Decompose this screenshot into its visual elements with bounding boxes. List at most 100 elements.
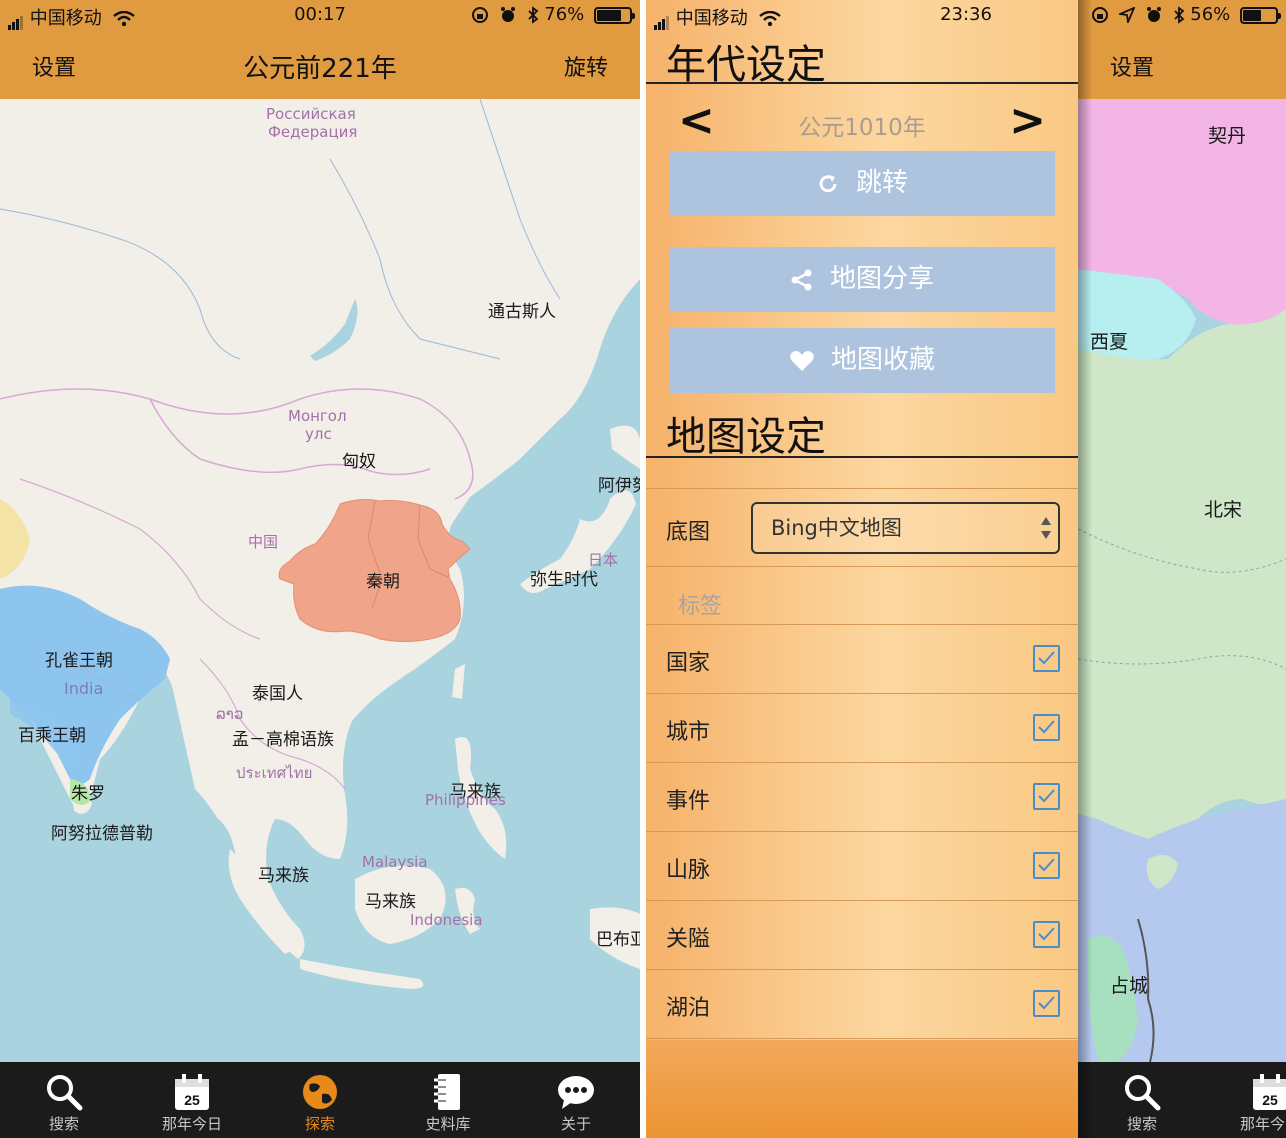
left-phone-screen: 中国移动 00:17 76% 设置 公元前221年 旋转 Российская … [0,0,640,1138]
map-label-mon-khmer[interactable]: 孟－高棉语族 [232,725,334,750]
northern-song-region [1078,309,1286,839]
status-right: 76% [471,4,635,30]
alarm-icon [500,7,515,22]
map-label-chola[interactable]: 朱罗 [71,779,105,804]
behind-label-liao[interactable]: 契丹 [1208,121,1246,148]
map-label-satavahana[interactable]: 百乘王朝 [18,721,86,746]
map-label-india: India [64,679,104,698]
map-label-yayoi[interactable]: 弥生时代 [530,565,598,590]
battery-icon [594,6,635,24]
map-label-thai: ประเทศไทย [236,764,313,782]
option-label-lake: 湖泊 [666,996,711,1021]
basemap-value: Bing中文地图 [771,516,902,540]
share-map-label: 地图分享 [829,264,934,294]
chat-icon [558,1076,594,1109]
divider [646,969,1078,970]
checkmark-icon [1038,996,1055,1010]
map-label-anuradhapura[interactable]: 阿努拉德普勒 [51,819,153,844]
status-right-right: 56% [1091,4,1281,30]
tab-archive[interactable]: 史料库 [384,1062,512,1138]
checkmark-icon [1038,858,1055,872]
behind-tab-bar: 搜索 25 那年今日 [1078,1062,1286,1138]
share-map-button[interactable]: 地图分享 [669,247,1055,312]
bluetooth-icon [1173,6,1184,24]
divider [646,693,1078,694]
map-label-maurya[interactable]: 孔雀王朝 [45,646,113,671]
next-year-button[interactable]: > [1009,95,1046,146]
right-phone-screen: 设置 契丹 西夏 北宋 占城 搜索 25 那年今日 中国 [646,0,1286,1138]
heart-icon [790,350,814,371]
checkbox-city[interactable] [1033,714,1060,741]
map-label-malay-2[interactable]: 马来族 [365,887,416,912]
bluetooth-icon [527,6,538,24]
updown-chevron-icon [1041,517,1051,539]
behind-label-western-xia[interactable]: 西夏 [1090,327,1128,354]
checkbox-country[interactable] [1033,645,1060,672]
jump-button-label: 跳转 [855,168,908,198]
map-label-xiongnu[interactable]: 匈奴 [342,447,376,472]
settings-drawer: 年代设定 < 公元1010年 > 跳转 地图分享 地图收藏 地图设定 底图 Bi… [646,0,1078,1138]
behind-label-champa[interactable]: 占城 [1110,971,1148,998]
java-island [300,959,424,989]
map-label-papua[interactable]: 巴布亚 [596,925,640,950]
checkbox-pass[interactable] [1033,921,1060,948]
divider [646,831,1078,832]
map-label-philippines: Philippines [425,791,506,809]
map-label-indonesia: Indonesia [410,911,483,929]
map-label-ayi[interactable]: 阿伊努 [598,471,640,496]
map-settings-title: 地图设定 [666,414,826,460]
checkmark-icon [1038,720,1055,734]
tab-today-in-history[interactable]: 25 那年今日 [128,1062,256,1138]
basemap-label: 底图 [666,520,711,545]
behind-label-northern-song[interactable]: 北宋 [1204,495,1242,522]
divider [646,488,1078,489]
checkbox-mountain[interactable] [1033,852,1060,879]
tab-search[interactable]: 搜索 [0,1062,128,1138]
behind-tab-today[interactable]: 25 那年今日 [1206,1062,1286,1138]
behind-map-view[interactable]: 契丹 西夏 北宋 占城 [1078,99,1286,1062]
option-label-country: 国家 [666,651,711,676]
map-label-tonggusi[interactable]: 通古斯人 [488,297,556,322]
location-icon [1116,6,1136,26]
tags-header: 标签 [678,594,723,619]
behind-tab-search-label: 搜索 [1126,1115,1157,1133]
divider [646,456,1078,458]
tab-explore[interactable]: 探索 [256,1062,384,1138]
rotate-button[interactable]: 旋转 [564,50,608,82]
option-label-event: 事件 [666,789,711,814]
basemap-select[interactable]: Bing中文地图 [751,502,1060,554]
map-label-qin[interactable]: 秦朝 [366,567,400,592]
behind-settings-button[interactable]: 设置 [1110,50,1154,82]
jump-button[interactable]: 跳转 [669,151,1055,216]
tab-today-label: 那年今日 [161,1115,222,1133]
tab-search-label: 搜索 [48,1115,79,1133]
search-icon [47,1075,83,1111]
divider [646,900,1078,901]
tab-about[interactable]: 关于 [512,1062,640,1138]
divider [646,624,1078,625]
divider [646,762,1078,763]
search-icon [1125,1075,1161,1111]
calendar-icon: 25 [1253,1074,1286,1110]
checkmark-icon [1038,927,1055,941]
divider [646,566,1078,567]
tab-about-label: 关于 [560,1115,591,1133]
refresh-icon [819,174,837,192]
map-label-zhongguo: 中国 [248,533,279,551]
book-icon [434,1074,460,1110]
map-label-malay-1[interactable]: 马来族 [258,861,309,886]
map-label-tai[interactable]: 泰国人 [252,679,303,704]
checkbox-event[interactable] [1033,783,1060,810]
top-bar: 中国移动 00:17 76% 设置 公元前221年 旋转 [0,0,640,99]
map-label-malaysia: Malaysia [362,853,428,871]
drawer-footer [646,1040,1078,1138]
hokkaido-island [610,425,640,469]
rotation-lock-icon [472,7,489,23]
checkbox-lake[interactable] [1033,990,1060,1017]
favorite-map-label: 地图收藏 [830,345,935,375]
map-view[interactable]: Российская Федерация 通古斯人 Монгол улс 匈奴 … [0,99,640,1062]
favorite-map-button[interactable]: 地图收藏 [669,328,1055,393]
behind-tab-search[interactable]: 搜索 [1078,1062,1206,1138]
divider [646,1038,1078,1039]
behind-map-canvas [1078,99,1286,1062]
